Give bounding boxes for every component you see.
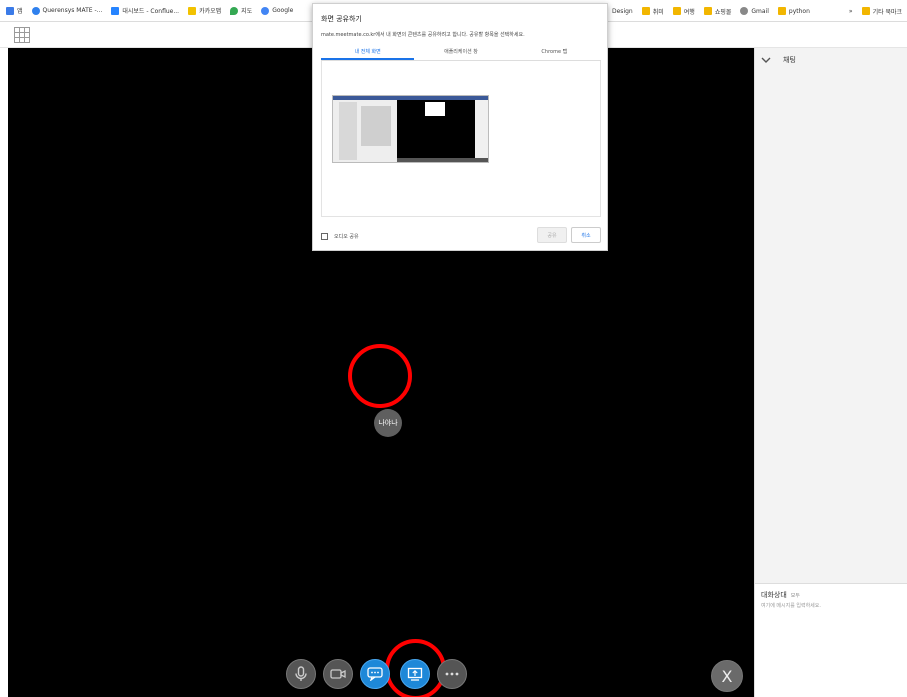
highlight-ring-avatar [348,344,412,408]
querensys-icon [31,6,40,15]
chat-message-input[interactable]: 여기에 메시지를 입력하세요. [761,602,821,609]
thumbnail-sidebar [339,102,357,160]
screen-share-dialog: 화면 공유하기 mate.meetmate.co.kr에서 내 화면의 콘텐츠를… [312,3,608,251]
bookmark-other[interactable]: 기타 북마크 [861,7,902,16]
bookmark-querensys[interactable]: Querensys MATE -... [31,6,102,15]
screen-share-button[interactable] [400,659,430,689]
layout-grid-icon[interactable] [14,27,30,43]
chevron-down-icon[interactable] [761,56,771,64]
cancel-button[interactable]: 취소 [571,227,601,243]
chat-panel: 채팅 대화상대 모두 여기에 메시지를 입력하세요. [754,48,907,697]
folder-icon [861,7,870,15]
audio-share-label: 오디오 공유 [334,234,359,240]
chat-input-area: 대화상대 모두 여기에 메시지를 입력하세요. [755,583,907,697]
bookmarks-right-group: Design 취미 여행 쇼핑몰 Gmail python » 기타 북마크 [608,0,903,21]
bookmark-confluence[interactable]: 대시보드 - Conflue... [111,6,179,15]
chat-partner-selector[interactable]: 대화상대 모두 [761,590,800,600]
google-icon [261,6,270,15]
bookmark-map[interactable]: 지도 [230,6,252,15]
dialog-tabs: 내 전체 화면 애플리케이션 창 Chrome 탭 [321,45,601,61]
camera-button[interactable] [323,659,353,689]
more-button[interactable] [437,659,467,689]
confluence-icon [111,6,120,15]
globe-icon [740,7,749,15]
video-camera-icon [330,669,346,679]
app-window: 앱 Querensys MATE -... 대시보드 - Conflue... … [0,0,907,697]
screen-thumbnail[interactable] [332,95,489,163]
bookmark-shopping[interactable]: 쇼핑몰 [703,7,731,16]
participant-avatar[interactable]: 나야나 [374,409,402,437]
thumbnail-text-block [361,106,391,146]
bookmark-travel[interactable]: 여행 [672,7,695,16]
mic-icon [295,666,307,681]
kakaomap-icon [188,6,197,15]
bookmark-kakaomap[interactable]: 카카오맵 [188,6,221,15]
dialog-description: mate.meetmate.co.kr에서 내 화면의 콘텐츠를 공유하려고 합… [321,32,525,38]
bookmark-design[interactable]: Design [612,8,633,15]
map-pin-icon [230,6,239,15]
bookmarks-overflow[interactable]: » [849,8,853,15]
share-button[interactable]: 공유 [537,227,567,243]
leave-button[interactable]: X [711,660,743,692]
apps-grid-icon [6,6,14,15]
tab-entire-screen[interactable]: 내 전체 화면 [321,45,415,60]
dialog-content [321,61,601,217]
chat-partner-value: 모두 [790,593,800,599]
bookmark-google[interactable]: Google [261,6,293,15]
folder-icon [703,7,712,15]
folder-icon [672,7,681,15]
close-icon: X [721,666,733,686]
apps-bookmark[interactable]: 앱 [6,6,23,15]
tab-application-window[interactable]: 애플리케이션 창 [414,45,507,60]
bookmark-hobby[interactable]: 취미 [641,7,664,16]
folder-icon [777,7,786,15]
bookmark-python[interactable]: python [777,7,810,15]
thumbnail-right-pane [475,100,488,162]
thumbnail-dialog [425,102,445,116]
bookmark-gmail[interactable]: Gmail [740,7,769,15]
chat-button[interactable] [360,659,390,689]
tab-chrome-tab[interactable]: Chrome 탭 [508,45,601,60]
chat-bubble-icon [367,667,383,681]
more-dots-icon [445,672,459,676]
screen-share-icon [407,667,423,681]
dialog-title: 화면 공유하기 [321,15,362,23]
chat-partner-label: 대화상대 [761,591,787,599]
chat-title: 채팅 [783,56,796,64]
folder-icon [641,7,650,15]
audio-share-option[interactable]: 오디오 공유 [321,233,359,240]
audio-share-checkbox[interactable] [321,233,328,240]
microphone-button[interactable] [286,659,316,689]
chat-header[interactable]: 채팅 [755,48,907,72]
thumbnail-bottom-strip [397,158,488,162]
